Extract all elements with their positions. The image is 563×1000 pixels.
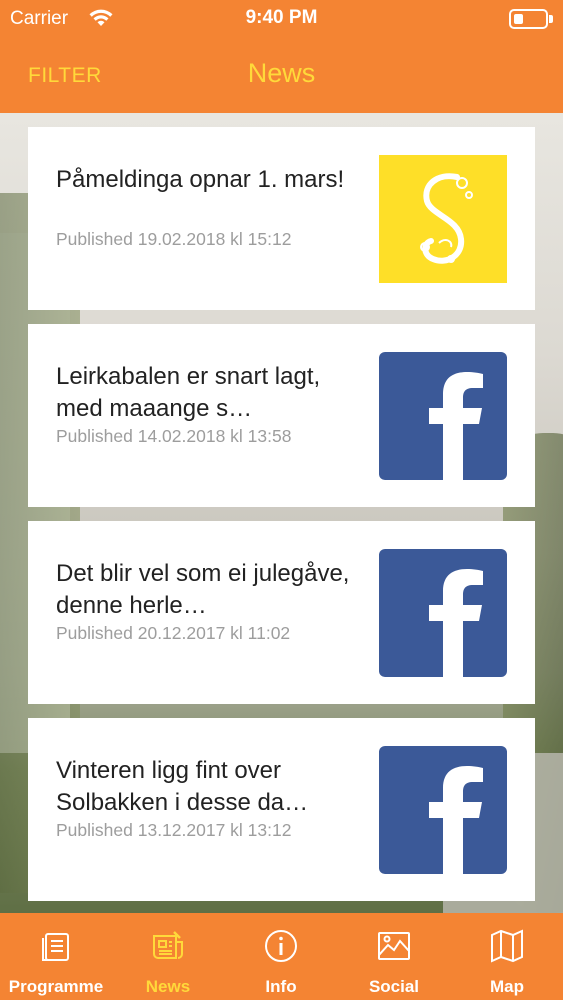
top-bar: Carrier 9:40 PM FILTER News: [0, 0, 563, 113]
tab-label: Programme: [8, 977, 104, 996]
news-title: Påmeldinga opnar 1. mars!: [56, 166, 345, 193]
news-item[interactable]: Leirkabalen er snart lagt, med maaange s…: [28, 324, 535, 507]
news-published: Published 19.02.2018 kl 15:12: [56, 229, 292, 249]
info-icon: [265, 930, 297, 962]
tab-programme[interactable]: Programme: [0, 913, 112, 1000]
tab-label: News: [145, 977, 191, 996]
battery-icon: [509, 9, 553, 29]
map-icon: [491, 929, 523, 963]
tab-info[interactable]: Info: [225, 913, 337, 1000]
news-published: Published 13.12.2017 kl 13:12: [56, 820, 292, 840]
news-icon: [153, 931, 183, 959]
status-bar: Carrier 9:40 PM: [0, 0, 563, 40]
tab-map[interactable]: Map: [451, 913, 563, 1000]
news-item[interactable]: Vinteren ligg fint over Solbakken i dess…: [28, 718, 535, 901]
facebook-icon: [379, 746, 507, 874]
tab-social[interactable]: Social: [338, 913, 450, 1000]
tab-label: Map: [490, 977, 524, 996]
tab-label: Info: [265, 977, 297, 996]
news-published: Published 14.02.2018 kl 13:58: [56, 426, 292, 446]
news-title: Vinteren ligg fint over Solbakken i dess…: [56, 757, 309, 816]
tab-news[interactable]: News: [112, 913, 224, 1000]
social-icon: [378, 932, 410, 960]
news-title: Leirkabalen er snart lagt, med maaange s…: [56, 363, 321, 422]
news-item[interactable]: Påmeldinga opnar 1. mars! Published 19.0…: [28, 127, 535, 310]
filter-button[interactable]: FILTER: [28, 64, 102, 88]
programme-icon: [42, 933, 69, 961]
facebook-icon: [379, 549, 507, 677]
news-title: Det blir vel som ei julegåve, denne herl…: [56, 560, 350, 619]
news-list: Påmeldinga opnar 1. mars! Published 19.0…: [28, 127, 535, 915]
tab-label: Social: [368, 977, 420, 996]
tab-bar: Programme News Info Social Map: [0, 913, 563, 1000]
news-item[interactable]: Det blir vel som ei julegåve, denne herl…: [28, 521, 535, 704]
facebook-icon: [379, 352, 507, 480]
solbakken-logo-icon: [379, 155, 507, 283]
status-time: 9:40 PM: [245, 7, 318, 28]
news-published: Published 20.12.2017 kl 11:02: [56, 623, 291, 643]
